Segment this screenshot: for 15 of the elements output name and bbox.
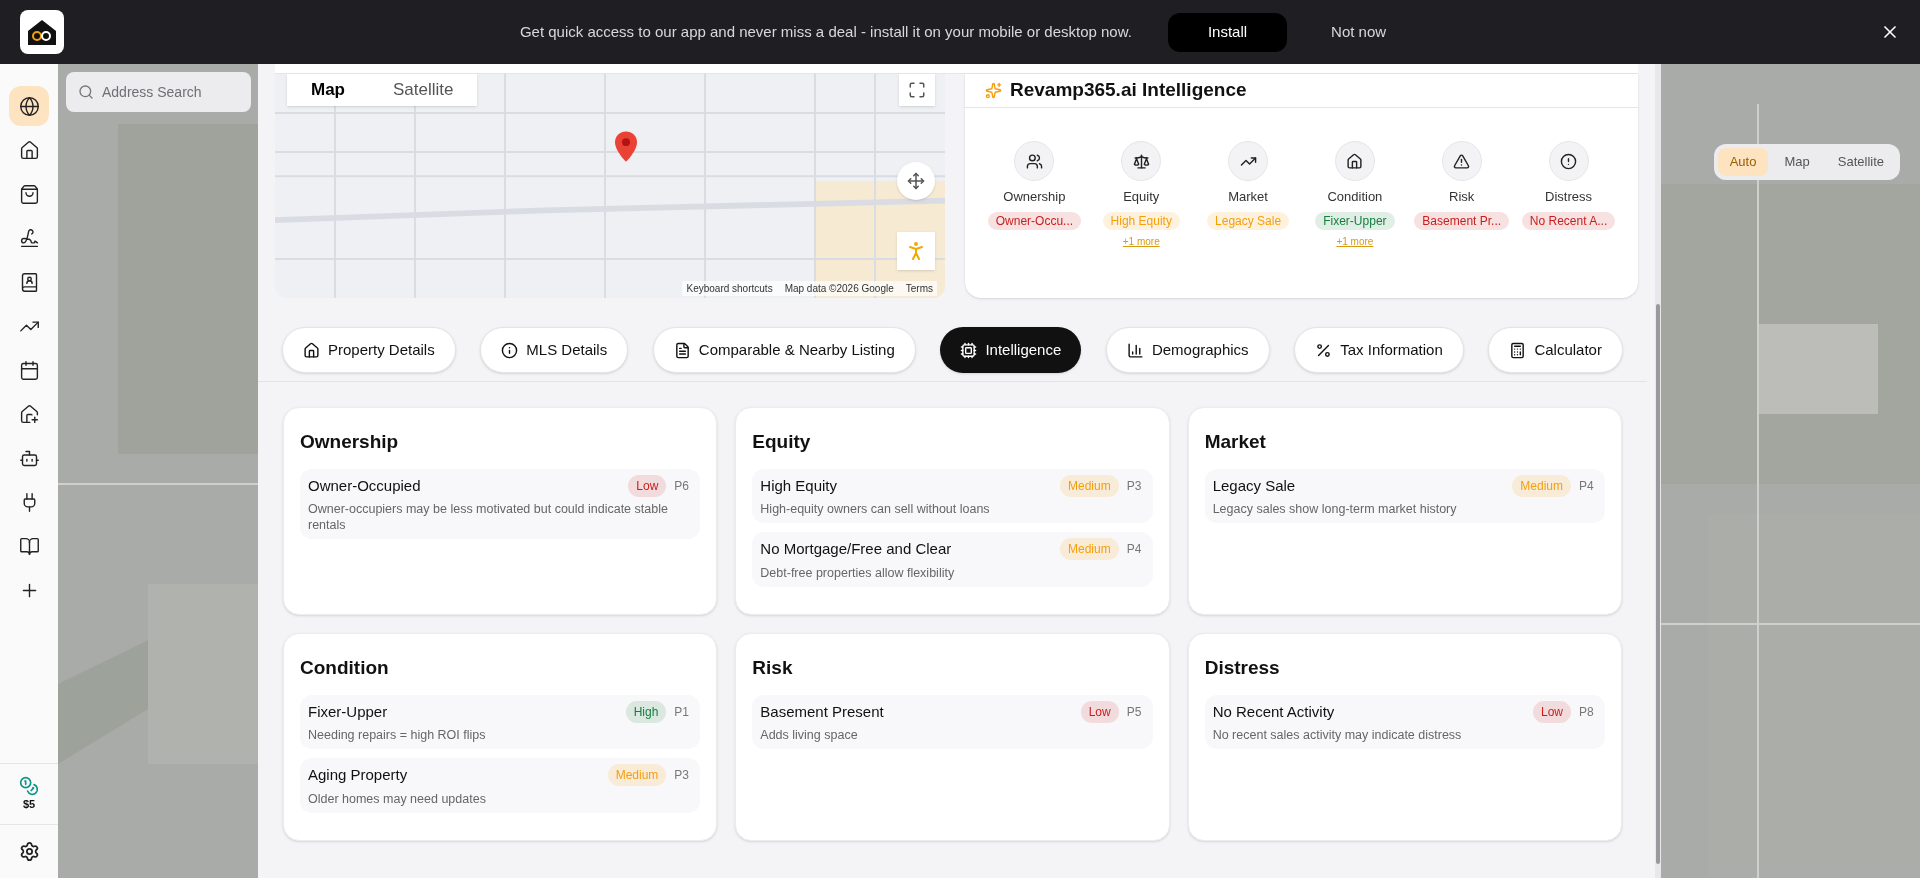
sidebar-item[interactable] (9, 86, 49, 126)
not-now-button[interactable]: Not now (1323, 20, 1395, 44)
credits-amount: $5 (22, 796, 36, 812)
book-icon (18, 535, 40, 557)
shopping-bag-icon (18, 183, 40, 205)
banner-message: Get quick access to our app and never miss a deal - install it on your mobile or desktop now. (519, 21, 1132, 42)
app-logo[interactable] (20, 10, 64, 54)
house-icon (18, 139, 40, 161)
house-logo-icon (26, 17, 58, 47)
house-icon (18, 403, 40, 425)
install-button[interactable]: Install (1167, 12, 1288, 52)
coins-icon[interactable] (19, 775, 39, 796)
calendar-icon (18, 359, 40, 381)
settings-icon[interactable] (18, 841, 40, 862)
signature-icon (18, 227, 40, 249)
